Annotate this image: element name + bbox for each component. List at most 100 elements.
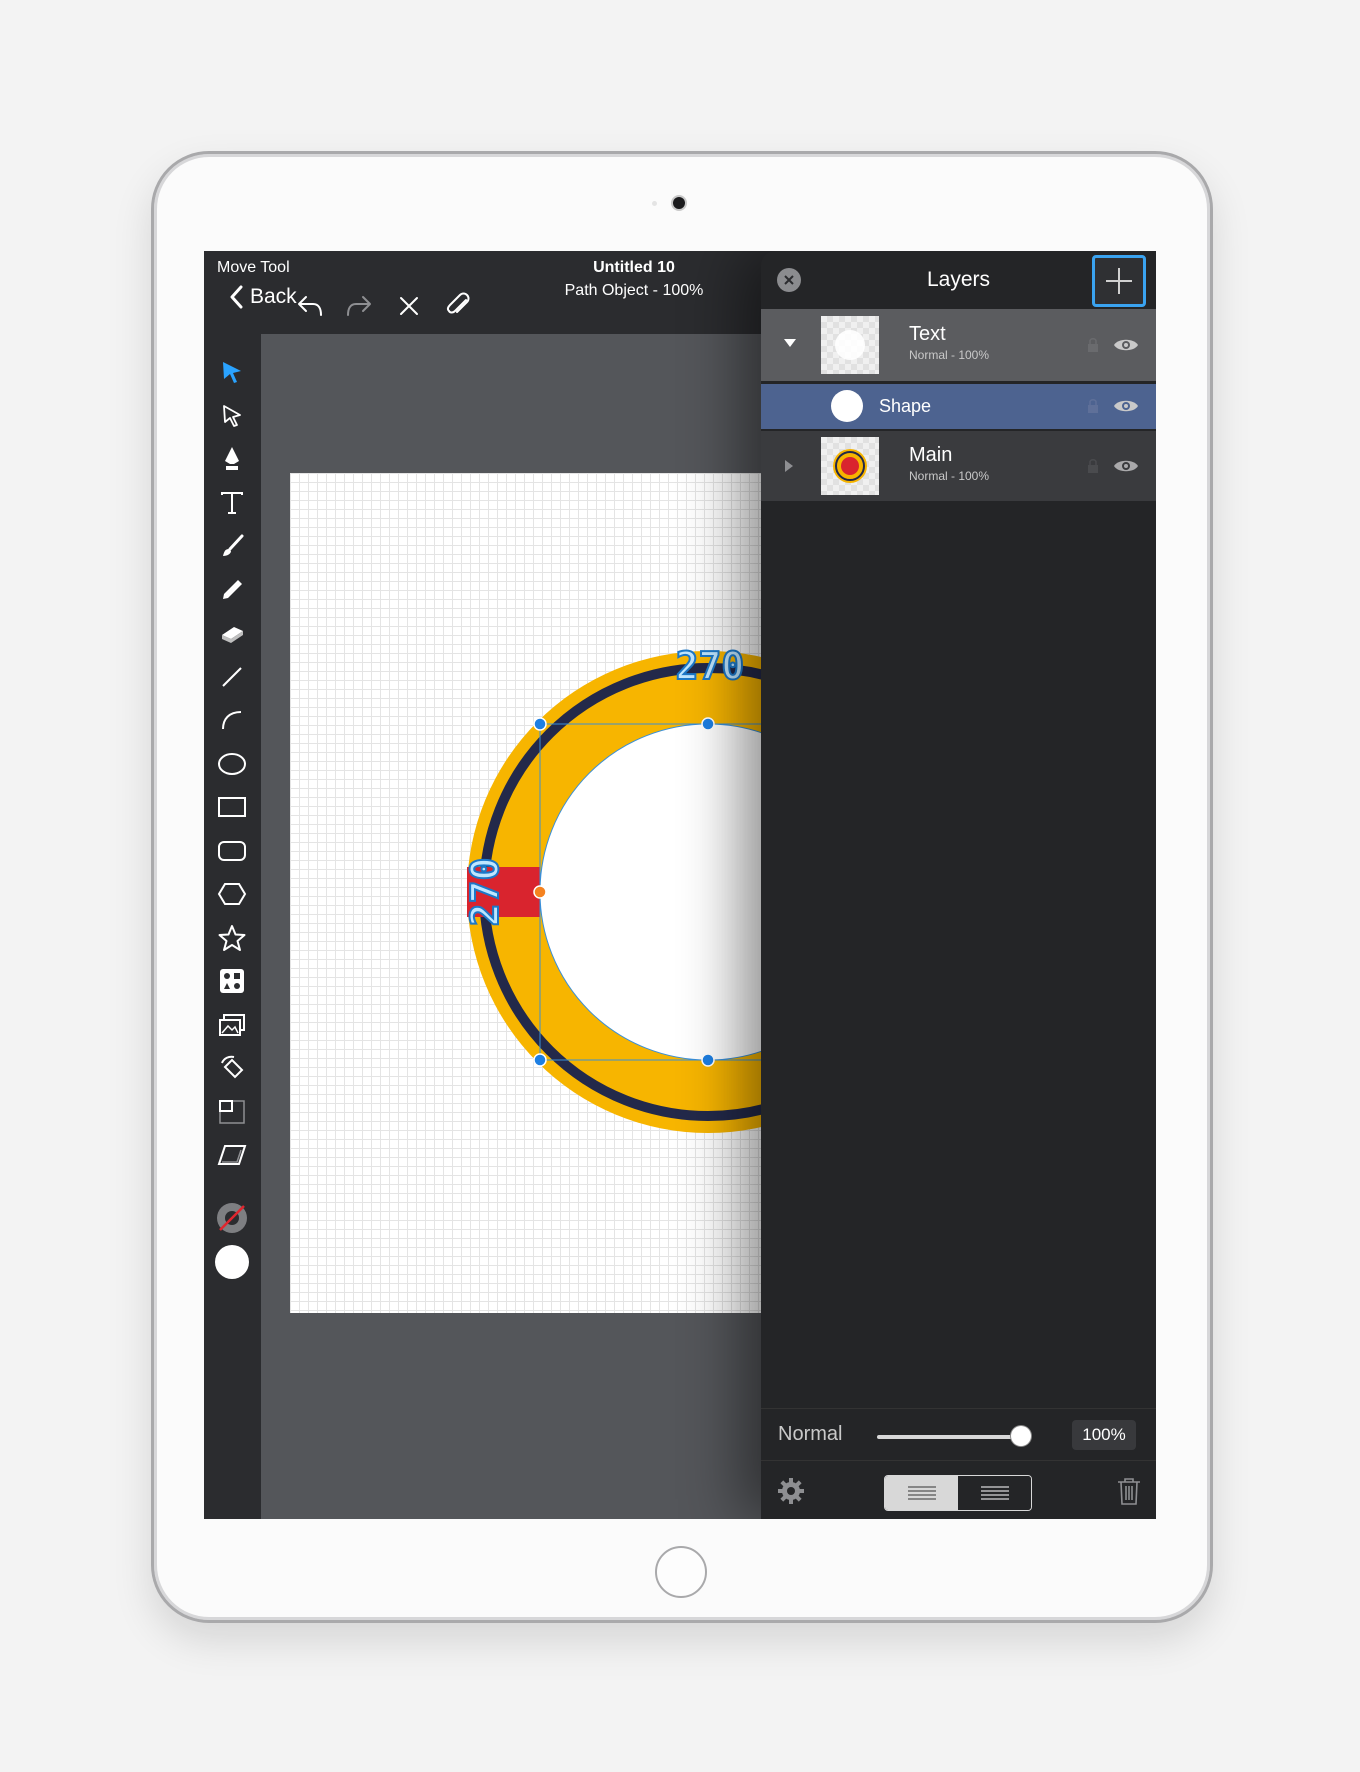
layer-row-main[interactable]: Main Normal - 100% <box>761 431 1156 501</box>
layer-blend-info: Normal - 100% <box>909 348 990 362</box>
skew-tool[interactable] <box>214 1137 250 1173</box>
rounded-rectangle-icon <box>218 841 246 861</box>
symbols-grid-icon <box>220 969 244 993</box>
stroke-swatch-icon <box>217 1203 247 1233</box>
visibility-eye-icon[interactable] <box>1113 397 1139 415</box>
home-button[interactable] <box>655 1546 707 1598</box>
list-expanded-icon <box>980 1486 1009 1500</box>
dimension-label-left: 270 <box>463 858 507 927</box>
list-compact-icon <box>907 1486 936 1500</box>
handle-top-left[interactable] <box>533 717 547 731</box>
gear-icon[interactable] <box>776 1476 806 1506</box>
skew-icon <box>217 1145 247 1165</box>
handle-top[interactable] <box>701 717 715 731</box>
opacity-value-field[interactable]: 100% <box>1072 1420 1136 1450</box>
scale-icon <box>219 1100 245 1124</box>
eraser-icon <box>222 627 243 643</box>
layer-name: Shape <box>879 396 932 416</box>
add-layer-button[interactable] <box>1092 255 1146 307</box>
pencil-tool[interactable] <box>214 572 250 608</box>
layer-row-shape[interactable]: Shape <box>761 384 1156 429</box>
star-tool[interactable] <box>214 920 250 956</box>
view-mode-segmented-control[interactable] <box>884 1475 1032 1511</box>
arc-tool[interactable] <box>214 702 250 738</box>
scale-tool[interactable] <box>214 1094 250 1130</box>
text-tool[interactable] <box>214 485 250 521</box>
lock-icon[interactable] <box>1087 337 1099 353</box>
redo-icon[interactable] <box>344 291 374 321</box>
layer-row-text[interactable]: Text Normal - 100% <box>761 309 1156 381</box>
visibility-eye-icon[interactable] <box>1113 336 1139 354</box>
expanded-list-view-button[interactable] <box>958 1476 1031 1510</box>
layers-panel-header: Layers <box>761 251 1156 309</box>
trash-icon[interactable] <box>1116 1476 1142 1506</box>
badge-thumbnail <box>833 449 867 483</box>
tool-sidebar <box>204 334 261 1519</box>
line-icon <box>222 667 242 687</box>
undo-icon[interactable] <box>295 291 325 321</box>
lock-icon[interactable] <box>1087 458 1099 474</box>
ellipse-icon <box>218 753 246 775</box>
image-stack-icon <box>219 1014 245 1036</box>
layer-thumbnail-main <box>821 437 879 495</box>
compact-list-view-button[interactable] <box>885 1476 958 1510</box>
text-t-icon <box>221 492 243 514</box>
direct-select-tool[interactable] <box>214 398 250 434</box>
polygon-tool[interactable] <box>214 876 250 912</box>
plus-icon <box>1106 268 1132 294</box>
hexagon-icon <box>217 883 247 905</box>
handle-bottom[interactable] <box>701 1053 715 1067</box>
line-tool[interactable] <box>214 659 250 695</box>
layers-footer <box>761 1460 1156 1519</box>
disclosure-triangle-right-icon[interactable] <box>783 459 795 473</box>
arc-icon <box>222 711 242 730</box>
handle-left-anchor[interactable] <box>533 885 547 899</box>
rounded-rect-tool[interactable] <box>214 833 250 869</box>
chevron-left-icon <box>230 285 243 309</box>
app-screen: Move Tool Back Untitled 10 Path Object -… <box>204 251 1156 1519</box>
front-camera <box>673 197 685 209</box>
layer-thumbnail-text <box>821 316 879 374</box>
layer-blend-info: Normal - 100% <box>909 469 990 483</box>
hollow-arrow-icon <box>223 405 241 427</box>
arrow-select-icon <box>223 362 241 383</box>
back-button[interactable]: Back <box>230 285 297 309</box>
disclosure-triangle-down-icon[interactable] <box>783 337 797 349</box>
opacity-slider-knob[interactable] <box>1011 1426 1031 1446</box>
pencil-icon <box>223 580 242 599</box>
lock-icon[interactable] <box>1087 398 1099 414</box>
symbols-tool[interactable] <box>214 963 250 999</box>
brush-icon <box>223 534 244 556</box>
handle-bottom-left[interactable] <box>533 1053 547 1067</box>
fill-swatch-icon <box>215 1245 249 1279</box>
star-icon <box>218 925 246 951</box>
pen-tool[interactable] <box>214 441 250 477</box>
layer-name: Main <box>909 444 953 466</box>
white-blob-thumbnail <box>835 330 865 360</box>
ellipse-tool[interactable] <box>214 746 250 782</box>
blend-opacity-bar: Normal 100% <box>761 1408 1156 1461</box>
opacity-slider-track[interactable] <box>877 1435 1021 1439</box>
active-tool-name: Move Tool <box>217 259 290 276</box>
blend-mode-selector[interactable]: Normal <box>778 1423 842 1446</box>
document-title: Untitled 10 <box>593 259 675 276</box>
stroke-color-swatch[interactable] <box>214 1200 250 1236</box>
paperclip-icon[interactable] <box>444 291 474 321</box>
image-tool[interactable] <box>214 1007 250 1043</box>
layers-panel: Layers Text Normal - 100% Shape Main Nor… <box>761 251 1156 1519</box>
rotate-tool[interactable] <box>214 1050 250 1086</box>
back-label: Back <box>250 285 297 308</box>
rectangle-tool[interactable] <box>214 789 250 825</box>
select-arrow-tool[interactable] <box>214 354 250 390</box>
rotate-shape-icon <box>221 1055 244 1079</box>
brush-tool[interactable] <box>214 528 250 564</box>
layer-name: Text <box>909 323 946 345</box>
rectangle-icon <box>218 797 246 817</box>
dimension-label-top: 270 <box>676 644 745 688</box>
close-x-icon[interactable] <box>394 291 424 321</box>
document-subtitle: Path Object - 100% <box>564 282 704 299</box>
eraser-tool[interactable] <box>214 615 250 651</box>
fill-color-swatch[interactable] <box>214 1244 250 1280</box>
visibility-eye-icon[interactable] <box>1113 457 1139 475</box>
shape-thumbnail-icon <box>831 390 863 422</box>
